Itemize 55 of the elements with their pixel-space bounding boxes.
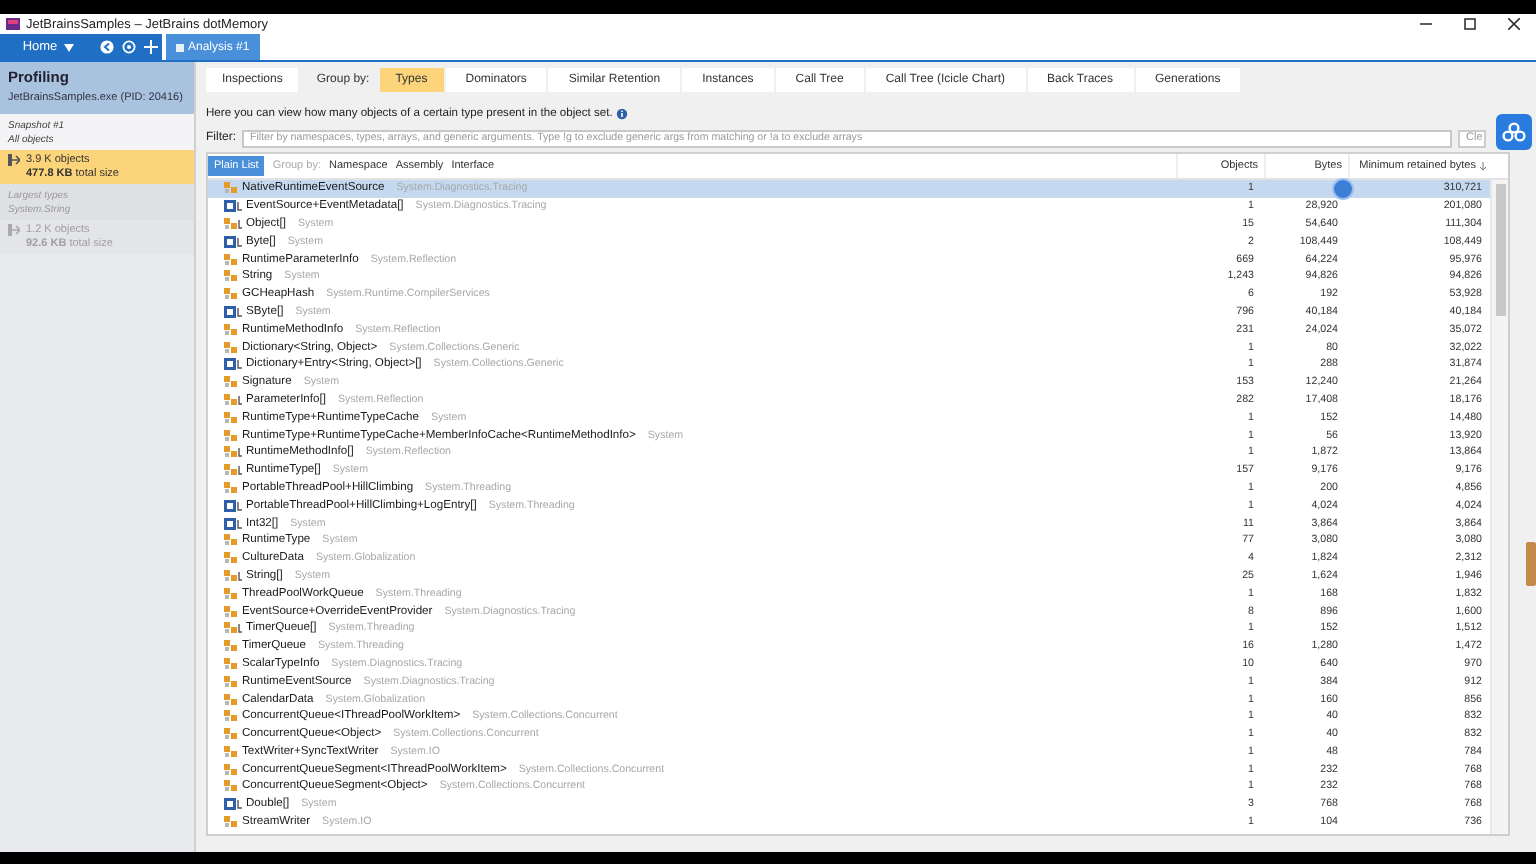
array-icon <box>224 358 242 371</box>
minimize-icon <box>1420 18 1432 30</box>
class-icon <box>224 622 242 635</box>
array-icon <box>224 235 242 248</box>
class-icon <box>224 640 238 653</box>
class-icon <box>224 816 238 829</box>
class-icon <box>224 341 238 354</box>
class-icon <box>224 675 238 688</box>
class-icon <box>224 253 238 266</box>
plus-icon <box>144 40 158 54</box>
share-icon <box>1502 122 1526 142</box>
class-icon <box>224 657 238 670</box>
class-icon <box>224 323 238 336</box>
document-icon <box>176 43 184 51</box>
class-icon <box>224 569 242 582</box>
caret-icon <box>63 43 74 51</box>
array-icon <box>224 517 242 530</box>
class-icon <box>224 693 238 705</box>
class-icon <box>224 393 242 406</box>
class-icon <box>224 270 238 283</box>
array-icon <box>224 798 242 811</box>
info-icon[interactable] <box>616 108 629 120</box>
objects-icon <box>8 154 20 166</box>
scrollbar-thumb[interactable] <box>1526 542 1536 586</box>
sort-icon <box>1480 162 1486 170</box>
back-icon <box>100 40 114 54</box>
class-icon <box>224 446 242 459</box>
scrollbar-thumb[interactable] <box>1495 184 1505 316</box>
close-icon <box>1508 18 1520 30</box>
class-icon <box>224 605 238 618</box>
app-icon <box>6 18 20 30</box>
array-icon <box>224 305 242 318</box>
settings-icon <box>122 40 136 54</box>
class-icon <box>224 182 238 195</box>
class-icon <box>224 288 238 301</box>
array-icon <box>224 200 242 213</box>
class-icon <box>224 534 238 547</box>
class-icon <box>224 587 238 600</box>
class-icon <box>224 745 238 758</box>
class-icon <box>224 552 238 565</box>
add-button[interactable] <box>140 34 162 60</box>
class-icon <box>224 464 242 477</box>
class-icon <box>224 728 238 741</box>
class-icon <box>224 411 238 424</box>
share-button[interactable] <box>1496 114 1532 150</box>
objects-icon <box>8 224 20 236</box>
class-icon <box>224 780 238 793</box>
class-icon <box>224 429 238 442</box>
class-icon <box>224 217 242 230</box>
maximize-icon <box>1464 18 1476 30</box>
array-icon <box>224 499 242 512</box>
class-icon <box>224 763 238 776</box>
class-icon <box>224 481 238 494</box>
class-icon <box>224 376 238 389</box>
class-icon <box>224 710 238 723</box>
